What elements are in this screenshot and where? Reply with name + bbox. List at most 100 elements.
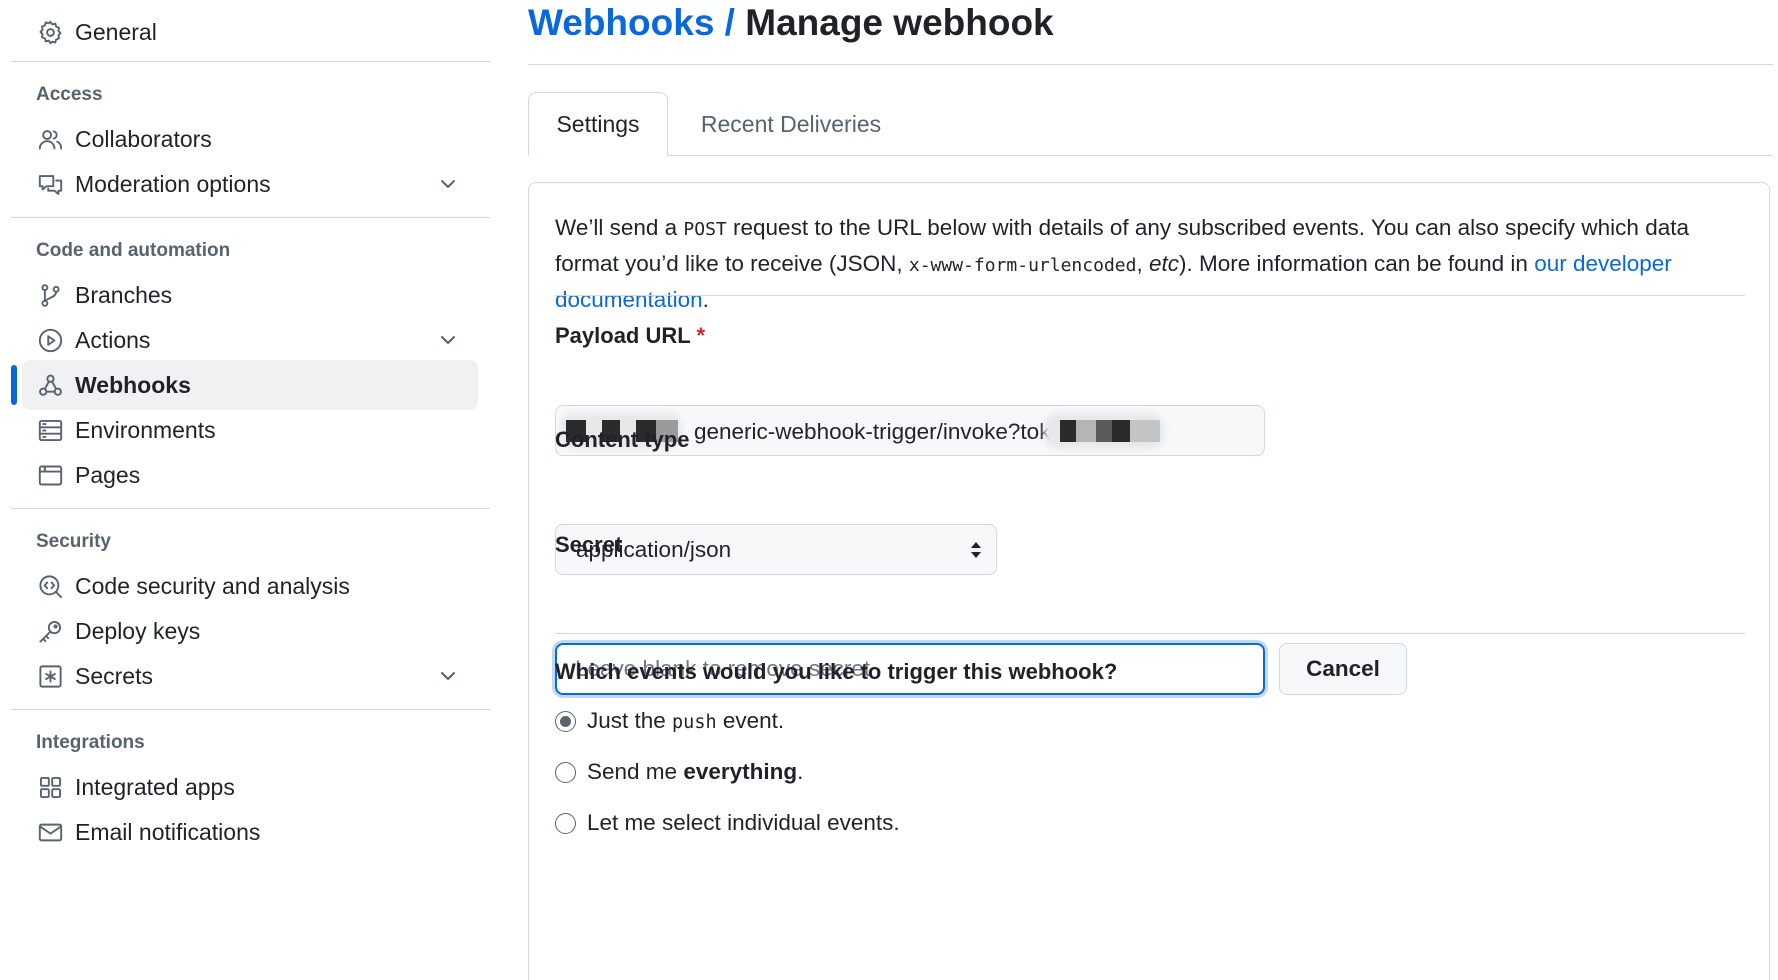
sidebar-item-label: Deploy keys xyxy=(75,617,201,644)
event-option-label: Let me select individual events. xyxy=(587,810,900,836)
sidebar-item-collaborators[interactable]: Collaborators xyxy=(22,114,478,164)
sidebar-item-secrets[interactable]: Secrets xyxy=(22,651,478,701)
select-arrows-icon xyxy=(968,538,984,562)
radio-button[interactable] xyxy=(555,761,576,783)
sidebar-item-webhooks[interactable]: Webhooks xyxy=(22,360,478,410)
mail-icon xyxy=(35,817,65,847)
sidebar-heading-access: Access xyxy=(36,84,103,105)
browser-icon xyxy=(35,460,65,490)
tab-recent-deliveries[interactable]: Recent Deliveries xyxy=(676,92,906,156)
section-divider xyxy=(555,633,1745,634)
server-icon xyxy=(35,415,65,445)
sidebar-item-code-security[interactable]: Code security and analysis xyxy=(22,561,478,611)
comment-discussion-icon xyxy=(35,169,65,199)
secret-label: Secret xyxy=(555,532,623,557)
settings-sidebar: General Access Collaborators Moderation … xyxy=(0,0,495,980)
option-text: . xyxy=(797,759,804,784)
sidebar-item-deploy-keys[interactable]: Deploy keys xyxy=(22,606,478,656)
breadcrumb-separator: / xyxy=(714,2,746,43)
sidebar-item-label: Code security and analysis xyxy=(75,572,350,599)
payload-url-value: generic-webhook-trigger/invoke?token= xyxy=(694,419,1089,444)
sidebar-item-environments[interactable]: Environments xyxy=(22,405,478,455)
active-indicator xyxy=(11,365,17,405)
page-title-text: Manage webhook xyxy=(745,2,1054,43)
option-text: event. xyxy=(716,708,785,733)
redaction-block xyxy=(1076,420,1096,442)
sidebar-item-label: Environments xyxy=(75,416,216,443)
sidebar-item-label: Collaborators xyxy=(75,125,212,152)
section-divider xyxy=(555,295,1745,296)
gear-icon xyxy=(35,17,65,47)
payload-url-label: Payload URL * xyxy=(555,323,705,349)
sidebar-divider xyxy=(11,508,490,509)
play-icon xyxy=(35,325,65,355)
events-question: Which events would you like to trigger t… xyxy=(555,659,1118,684)
sidebar-item-label: Pages xyxy=(75,461,141,488)
event-option-label: Send me everything. xyxy=(587,759,803,785)
page: General Access Collaborators Moderation … xyxy=(0,0,1778,980)
sidebar-divider xyxy=(11,217,490,218)
sidebar-item-label: Actions xyxy=(75,326,151,353)
chevron-down-icon[interactable] xyxy=(436,664,460,688)
intro-text-italic: etc xyxy=(1148,251,1179,276)
option-bold-text: everything xyxy=(683,759,798,784)
people-icon xyxy=(35,124,65,154)
intro-text-part: We’ll send a xyxy=(555,215,684,240)
option-text: Let me select individual events. xyxy=(587,810,900,835)
intro-text-part: . xyxy=(702,287,709,312)
sidebar-item-general[interactable]: General xyxy=(22,7,478,57)
main-content: Webhooks / Manage webhook Settings Recen… xyxy=(528,0,1773,980)
required-asterisk: * xyxy=(696,323,705,348)
event-option-label: Just the push event. xyxy=(587,708,784,734)
intro-code-post: POST xyxy=(683,219,727,240)
chevron-down-icon[interactable] xyxy=(436,328,460,352)
sidebar-item-pages[interactable]: Pages xyxy=(22,450,478,500)
sidebar-divider xyxy=(11,709,490,710)
redaction-block xyxy=(1060,420,1076,442)
intro-code-urlencoded: x-www-form-urlencoded xyxy=(908,255,1137,276)
git-branch-icon xyxy=(35,280,65,310)
sidebar-item-label: Email notifications xyxy=(75,818,261,845)
intro-text: We’ll send a POST request to the URL bel… xyxy=(555,211,1745,317)
tab-settings[interactable]: Settings xyxy=(528,92,668,156)
event-option-everything[interactable]: Send me everything. xyxy=(555,759,803,785)
sidebar-item-label: General xyxy=(75,18,157,45)
sidebar-item-email-notifications[interactable]: Email notifications xyxy=(22,807,478,857)
sidebar-item-label: Integrated apps xyxy=(75,773,235,800)
breadcrumb-webhooks-link[interactable]: Webhooks xyxy=(528,2,714,43)
sidebar-heading-code-and-automation: Code and automation xyxy=(36,240,231,261)
cancel-button[interactable]: Cancel xyxy=(1279,643,1407,695)
codescan-icon xyxy=(35,571,65,601)
sidebar-item-actions[interactable]: Actions xyxy=(22,315,478,365)
sidebar-item-label: Webhooks xyxy=(75,371,191,398)
intro-text-part: , xyxy=(1136,251,1149,276)
radio-button[interactable] xyxy=(555,812,576,834)
option-text: Send me xyxy=(587,759,684,784)
webhook-settings-panel: We’ll send a POST request to the URL bel… xyxy=(528,182,1770,980)
sidebar-item-label: Secrets xyxy=(75,662,153,689)
content-type-label: Content type xyxy=(555,427,690,452)
sidebar-heading-security: Security xyxy=(36,531,111,552)
payload-url-label-text: Payload URL xyxy=(555,323,691,348)
key-icon xyxy=(35,616,65,646)
event-option-push[interactable]: Just the push event. xyxy=(555,708,784,734)
sidebar-heading-integrations: Integrations xyxy=(36,732,145,753)
sidebar-item-integrated-apps[interactable]: Integrated apps xyxy=(22,762,478,812)
page-title: Webhooks / Manage webhook xyxy=(528,2,1054,44)
chevron-down-icon[interactable] xyxy=(436,172,460,196)
apps-icon xyxy=(35,772,65,802)
redaction-block xyxy=(1130,420,1160,442)
sidebar-item-label: Moderation options xyxy=(75,170,271,197)
webhook-icon xyxy=(35,370,65,400)
option-text: Just the xyxy=(587,708,673,733)
sidebar-item-branches[interactable]: Branches xyxy=(22,270,478,320)
title-divider xyxy=(528,64,1773,65)
key-asterisk-icon xyxy=(35,661,65,691)
sidebar-item-moderation-options[interactable]: Moderation options xyxy=(22,159,478,209)
intro-text-part: ). More information can be found in xyxy=(1178,251,1535,276)
option-code: push xyxy=(672,712,717,733)
radio-button-checked[interactable] xyxy=(555,710,576,732)
event-option-individual[interactable]: Let me select individual events. xyxy=(555,810,900,836)
redaction-block xyxy=(1096,420,1112,442)
sidebar-item-label: Branches xyxy=(75,281,173,308)
